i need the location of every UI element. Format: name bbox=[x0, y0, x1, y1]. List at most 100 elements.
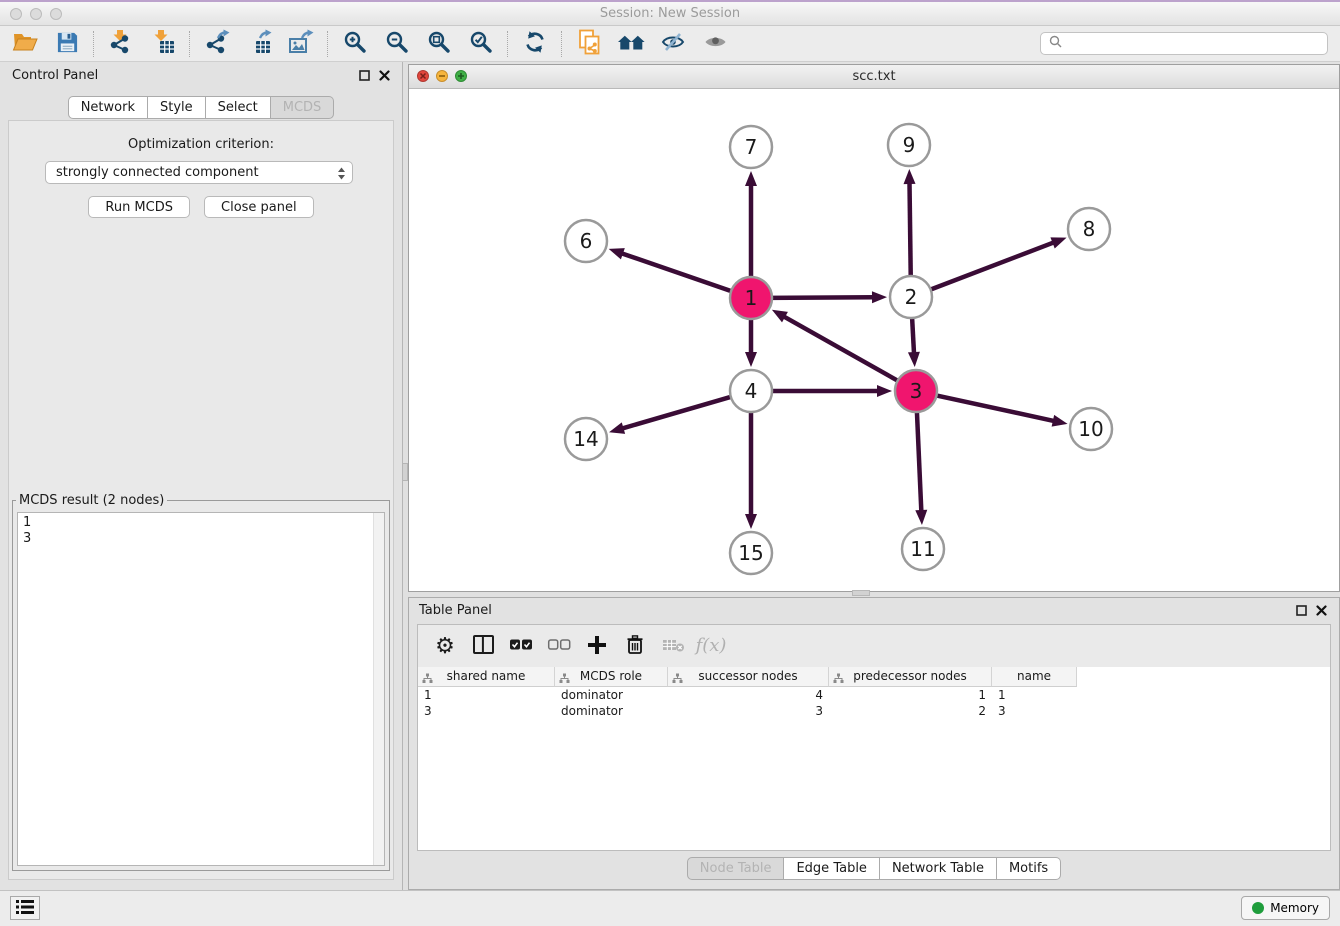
deselect-all-button[interactable] bbox=[540, 628, 578, 664]
export-image-button[interactable] bbox=[280, 28, 322, 60]
edge-2-8[interactable] bbox=[929, 242, 1055, 290]
column-header-name[interactable]: name bbox=[992, 667, 1077, 687]
new-network-from-selection-button[interactable] bbox=[568, 28, 610, 60]
zoom-out-button[interactable] bbox=[376, 28, 418, 60]
edge-1-6[interactable] bbox=[621, 253, 733, 292]
column-tree-icon bbox=[559, 671, 570, 690]
network-list-button[interactable] bbox=[10, 896, 40, 920]
network-minimize-icon[interactable] bbox=[436, 70, 448, 82]
cell-predecessor-nodes[interactable]: 1 bbox=[829, 687, 992, 703]
column-tree-icon bbox=[672, 671, 683, 690]
hide-selected-button[interactable] bbox=[652, 28, 694, 60]
control-panel-float-icon[interactable] bbox=[359, 70, 370, 81]
tab-select[interactable]: Select bbox=[206, 96, 271, 119]
zoom-fit-icon bbox=[427, 30, 451, 57]
save-session-button[interactable] bbox=[46, 28, 88, 60]
edge-3-11[interactable] bbox=[917, 410, 922, 512]
tab-mcds[interactable]: MCDS bbox=[271, 96, 335, 119]
split-view-button[interactable] bbox=[464, 628, 502, 664]
cell-name[interactable]: 3 bbox=[992, 703, 1077, 719]
node-label-3: 3 bbox=[910, 379, 923, 403]
edge-arrowhead bbox=[609, 248, 625, 259]
mcds-result-list[interactable]: 13 bbox=[17, 512, 385, 866]
cell-shared-name[interactable]: 3 bbox=[418, 703, 555, 719]
horizontal-split-grip[interactable] bbox=[852, 590, 870, 596]
export-network-button[interactable] bbox=[196, 28, 238, 60]
table-row[interactable]: 1dominator411 bbox=[418, 687, 1330, 703]
tab-node-table[interactable]: Node Table bbox=[687, 857, 785, 880]
cell-successor-nodes[interactable]: 3 bbox=[668, 703, 829, 719]
zoom-selected-button[interactable] bbox=[460, 28, 502, 60]
tab-network-table[interactable]: Network Table bbox=[880, 857, 997, 880]
column-label: name bbox=[1017, 669, 1051, 683]
edge-arrowhead bbox=[915, 510, 927, 525]
show-all-button[interactable] bbox=[694, 28, 736, 60]
tab-style[interactable]: Style bbox=[148, 96, 206, 119]
import-network-button[interactable] bbox=[100, 28, 142, 60]
toolbar-separator bbox=[561, 31, 563, 57]
column-header-mcds-role[interactable]: MCDS role bbox=[555, 667, 668, 687]
zoom-selected-icon bbox=[469, 30, 493, 57]
split-view-icon bbox=[473, 635, 494, 657]
control-panel-close-icon[interactable] bbox=[379, 70, 390, 81]
edge-arrowhead bbox=[745, 171, 757, 186]
delete-table-icon bbox=[662, 638, 685, 655]
first-neighbors-button[interactable] bbox=[610, 28, 652, 60]
mcds-result-item: 1 bbox=[23, 515, 379, 531]
node-label-2: 2 bbox=[905, 285, 918, 309]
run-mcds-button[interactable]: Run MCDS bbox=[88, 196, 190, 218]
column-tree-icon bbox=[833, 671, 844, 690]
network-close-icon[interactable] bbox=[417, 70, 429, 82]
memory-button[interactable]: Memory bbox=[1241, 896, 1330, 920]
column-header-successor-nodes[interactable]: successor nodes bbox=[668, 667, 829, 687]
cell-mcds-role[interactable]: dominator bbox=[555, 703, 668, 719]
tab-edge-table[interactable]: Edge Table bbox=[784, 857, 879, 880]
table-panel-close-icon[interactable] bbox=[1316, 605, 1327, 616]
edge-2-3[interactable] bbox=[912, 316, 914, 354]
cell-mcds-role[interactable]: dominator bbox=[555, 687, 668, 703]
column-header-predecessor-nodes[interactable]: predecessor nodes bbox=[829, 667, 992, 687]
edge-1-2[interactable] bbox=[770, 297, 874, 298]
edge-arrowhead bbox=[609, 422, 625, 434]
refresh-button[interactable] bbox=[514, 28, 556, 60]
settings-button[interactable]: ⚙ bbox=[426, 628, 464, 664]
show-all-icon bbox=[703, 30, 728, 57]
table-panel-float-icon[interactable] bbox=[1296, 605, 1307, 616]
delete-row-button[interactable] bbox=[616, 628, 654, 664]
refresh-icon bbox=[523, 30, 547, 57]
tab-motifs[interactable]: Motifs bbox=[997, 857, 1061, 880]
import-table-button[interactable] bbox=[142, 28, 184, 60]
cell-name[interactable]: 1 bbox=[992, 687, 1077, 703]
open-session-button[interactable] bbox=[4, 28, 46, 60]
cell-successor-nodes[interactable]: 4 bbox=[668, 687, 829, 703]
scrollbar-track[interactable] bbox=[373, 513, 384, 865]
export-network-icon bbox=[204, 29, 230, 58]
export-table-button[interactable] bbox=[238, 28, 280, 60]
criterion-select[interactable]: strongly connected component bbox=[45, 161, 353, 184]
tab-network[interactable]: Network bbox=[68, 96, 148, 119]
cell-shared-name[interactable]: 1 bbox=[418, 687, 555, 703]
network-zoom-icon[interactable] bbox=[455, 70, 467, 82]
node-label-6: 6 bbox=[580, 229, 593, 253]
app-title: Session: New Session bbox=[0, 6, 1340, 21]
edge-4-14[interactable] bbox=[622, 396, 733, 428]
edge-arrowhead bbox=[908, 352, 920, 367]
control-panel: Control Panel NetworkStyleSelectMCDS Opt… bbox=[0, 62, 403, 890]
network-graph: 7968124314101511 bbox=[409, 89, 1339, 591]
network-canvas[interactable]: 7968124314101511 bbox=[409, 89, 1339, 591]
table-row[interactable]: 3dominator323 bbox=[418, 703, 1330, 719]
export-image-icon bbox=[288, 29, 315, 58]
edge-2-9[interactable] bbox=[909, 182, 910, 278]
edge-3-10[interactable] bbox=[935, 395, 1055, 421]
select-all-button[interactable] bbox=[502, 628, 540, 664]
zoom-fit-button[interactable] bbox=[418, 28, 460, 60]
column-header-shared-name[interactable]: shared name bbox=[418, 667, 555, 687]
toolbar-separator bbox=[189, 31, 191, 57]
search-input[interactable] bbox=[1068, 36, 1319, 52]
add-row-button[interactable] bbox=[578, 628, 616, 664]
zoom-in-button[interactable] bbox=[334, 28, 376, 60]
close-panel-button[interactable]: Close panel bbox=[204, 196, 314, 218]
edge-3-1[interactable] bbox=[783, 316, 899, 382]
cell-predecessor-nodes[interactable]: 2 bbox=[829, 703, 992, 719]
table-body: 1dominator4113dominator323 bbox=[418, 687, 1330, 719]
